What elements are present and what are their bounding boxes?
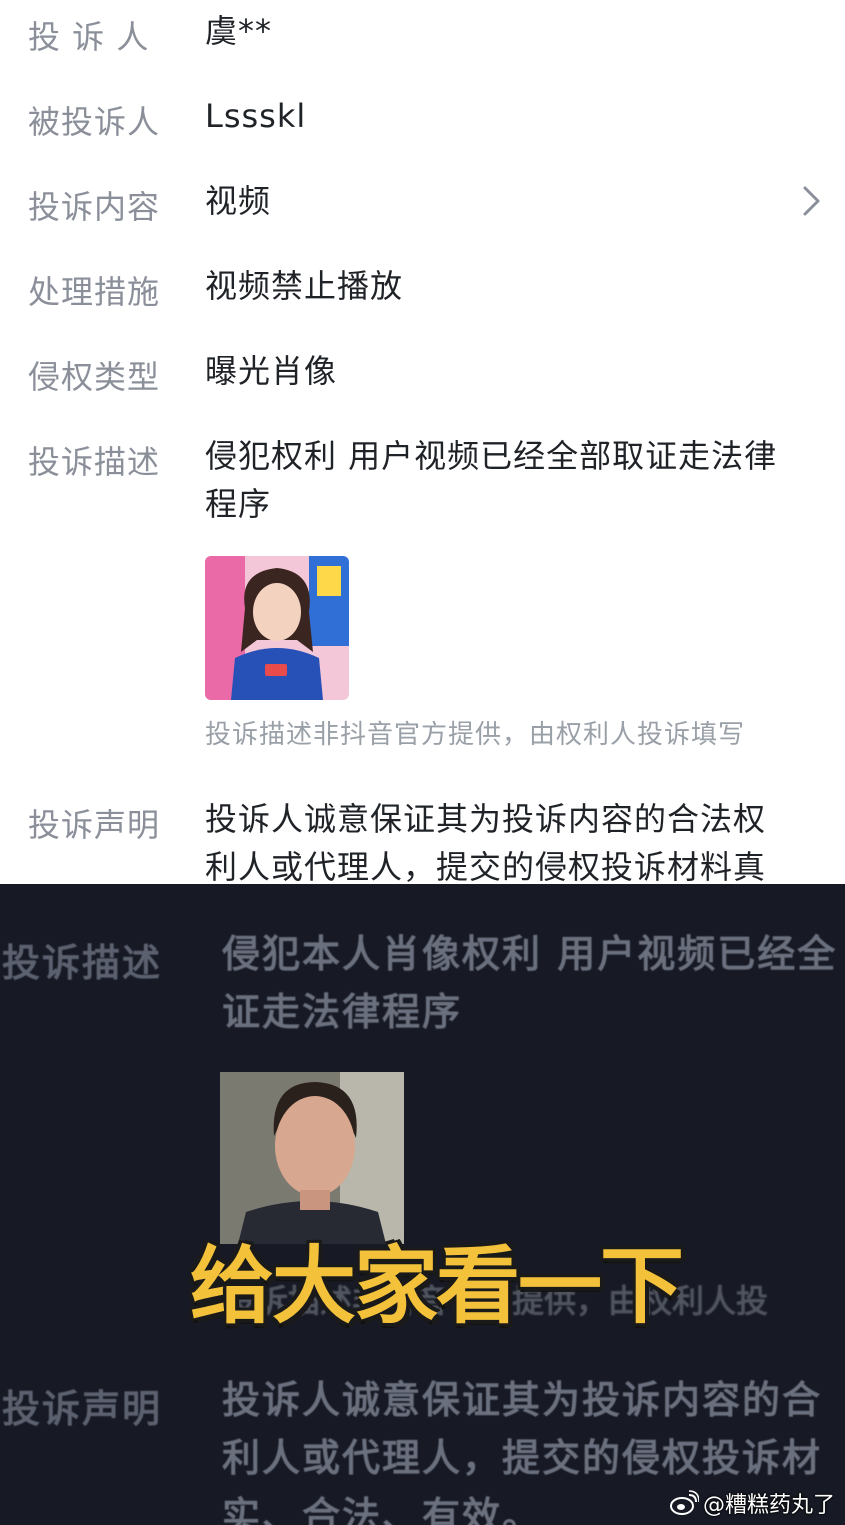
infringement-type-label: 侵权类型: [28, 358, 161, 396]
statement-label: 投诉声明: [28, 806, 161, 844]
content-value[interactable]: 视频: [205, 178, 271, 224]
evidence-thumbnail[interactable]: [205, 556, 349, 700]
watermark-text: @糟糕药丸了: [702, 1493, 835, 1518]
dark-description-label: 投诉描述: [2, 941, 163, 985]
dark-statement-line-3: 实、合法、有效。: [222, 1494, 543, 1525]
respondent-value: Lssskl: [205, 97, 307, 135]
dark-description-line-2: 证走法律程序: [222, 990, 463, 1034]
dark-statement-line-2: 利人或代理人，提交的侵权投诉材: [222, 1436, 823, 1480]
weibo-icon: [669, 1490, 699, 1515]
dark-description-line-1: 侵犯本人肖像权利 用户视频已经全: [222, 932, 838, 976]
watermark: @糟糕药丸了: [669, 1487, 835, 1519]
action-value: 视频禁止播放: [205, 267, 404, 305]
description-line-2: 程序: [205, 485, 272, 523]
dark-statement-line-1: 投诉人诚意保证其为投诉内容的合: [222, 1378, 823, 1422]
description-line-1: 侵犯权利 用户视频已经全部取证走法律: [205, 437, 778, 475]
statement-line-1: 投诉人诚意保证其为投诉内容的合法权: [205, 800, 767, 838]
content-label: 投诉内容: [28, 188, 161, 226]
complainant-label: 投 诉 人: [28, 18, 150, 56]
statement-line-2: 利人或代理人，提交的侵权投诉材料真: [205, 848, 767, 884]
chevron-right-icon[interactable]: [796, 184, 826, 218]
video-caption: 给大家看一下: [190, 1237, 684, 1335]
complainant-value: 虞**: [205, 12, 273, 50]
infringement-type-value: 曝光肖像: [205, 352, 338, 390]
dark-video-frame: 投诉描述 侵犯本人肖像权利 用户视频已经全 证走法律程序 投诉描述非抖音官方提供…: [0, 884, 845, 1525]
description-label: 投诉描述: [28, 443, 161, 481]
dark-statement-label: 投诉声明: [2, 1387, 163, 1431]
action-label: 处理措施: [28, 273, 161, 311]
respondent-label: 被投诉人: [28, 103, 161, 141]
description-disclaimer: 投诉描述非抖音官方提供，由权利人投诉填写: [205, 720, 746, 750]
complaint-detail-panel: 投 诉 人 虞** 被投诉人 Lssskl 投诉内容 视频 处理措施 视频禁止播…: [0, 0, 845, 884]
